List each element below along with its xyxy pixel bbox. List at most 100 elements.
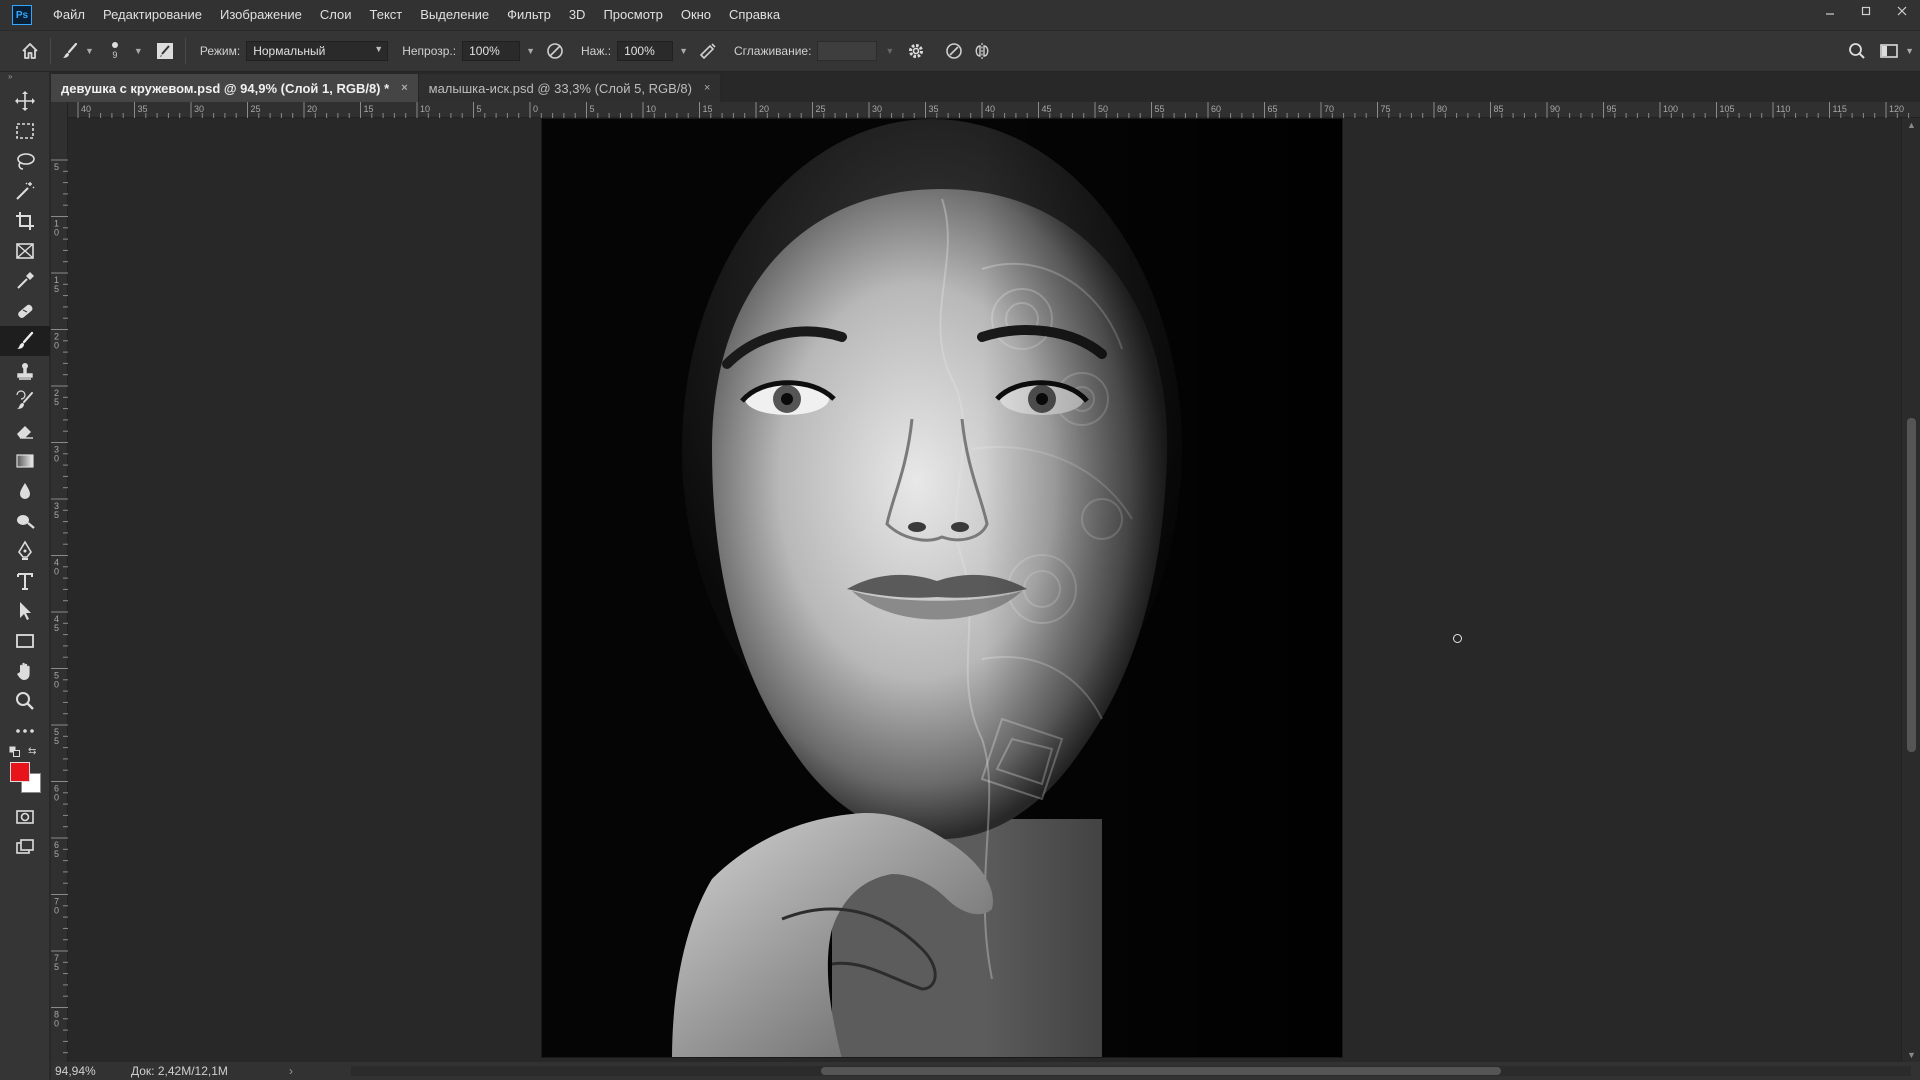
chevron-down-icon: ▼ — [374, 44, 384, 54]
menu-view[interactable]: Просмотр — [594, 0, 671, 30]
home-icon[interactable] — [16, 37, 44, 65]
chevron-down-icon[interactable]: ▼ — [526, 46, 535, 56]
screen-mode-icon[interactable] — [0, 832, 50, 862]
quick-mask-icon[interactable] — [0, 802, 50, 832]
clone-stamp-tool-icon[interactable] — [0, 356, 50, 386]
ruler-label: 0 — [54, 341, 59, 351]
zoom-level[interactable]: 94,94% — [51, 1064, 131, 1078]
brush-tool-icon[interactable] — [0, 326, 50, 356]
chevron-down-icon[interactable]: ▼ — [85, 46, 94, 56]
brush-settings-panel-icon[interactable] — [151, 37, 179, 65]
ruler-label: 0 — [54, 228, 59, 238]
type-tool-icon[interactable] — [0, 566, 50, 596]
brush-preset-icon[interactable] — [57, 37, 85, 65]
status-bar: 94,94% Док: 2,42M/12,1M › — [51, 1062, 1920, 1080]
gear-icon[interactable] — [902, 37, 930, 65]
minimize-icon[interactable] — [1812, 0, 1848, 22]
document-image[interactable] — [541, 118, 1343, 1058]
lasso-tool-icon[interactable] — [0, 146, 50, 176]
close-icon[interactable] — [1884, 0, 1920, 22]
blur-tool-icon[interactable] — [0, 476, 50, 506]
hand-tool-icon[interactable] — [0, 656, 50, 686]
brush-size-picker[interactable]: 9 — [104, 42, 126, 60]
menu-3d[interactable]: 3D — [560, 0, 595, 30]
healing-brush-tool-icon[interactable] — [0, 296, 50, 326]
swap-colors-icon[interactable]: ⇆ — [28, 746, 36, 757]
rectangle-tool-icon[interactable] — [0, 626, 50, 656]
chevron-down-icon[interactable]: ▼ — [885, 46, 894, 56]
window-controls — [1812, 0, 1920, 24]
menu-image[interactable]: Изображение — [211, 0, 311, 30]
menu-file[interactable]: Файл — [44, 0, 94, 30]
menu-select[interactable]: Выделение — [411, 0, 498, 30]
close-icon[interactable]: × — [704, 82, 710, 94]
document-size: Док: 2,42M/12,1M — [131, 1064, 228, 1078]
menu-edit[interactable]: Редактирование — [94, 0, 211, 30]
dodge-tool-icon[interactable] — [0, 506, 50, 536]
mode-label: Режим: — [199, 44, 241, 58]
frame-tool-icon[interactable] — [0, 236, 50, 266]
vertical-ruler[interactable]: 5101520253035404550556065707580 — [51, 102, 68, 1062]
smoothing-input[interactable] — [817, 41, 878, 61]
canvas-area[interactable] — [68, 118, 1901, 1062]
maximize-icon[interactable] — [1848, 0, 1884, 22]
ruler-label: 115 — [1833, 104, 1847, 114]
marquee-tool-icon[interactable] — [0, 116, 50, 146]
gradient-tool-icon[interactable] — [0, 446, 50, 476]
more-tools-icon[interactable] — [0, 716, 50, 746]
horizontal-ruler[interactable]: 40 35 30 25 20 15 10 5 0 5 10 15 20 25 30 35 40 45 50 55 60 6… — [68, 102, 1920, 118]
ruler-label: 0 — [54, 906, 59, 916]
pen-tool-icon[interactable] — [0, 536, 50, 566]
menu-help[interactable]: Справка — [720, 0, 789, 30]
horizontal-scrollbar[interactable] — [351, 1066, 1911, 1076]
history-brush-tool-icon[interactable] — [0, 386, 50, 416]
chevron-down-icon[interactable]: ▼ — [1905, 46, 1914, 56]
airbrush-icon[interactable] — [694, 37, 722, 65]
color-swatches: ⇆ — [0, 746, 49, 802]
chevron-down-icon[interactable]: ▼ — [134, 46, 143, 56]
menu-type[interactable]: Текст — [361, 0, 412, 30]
eyedropper-tool-icon[interactable] — [0, 266, 50, 296]
ruler-label: 15 — [703, 104, 713, 114]
ruler-label: 70 — [1324, 104, 1334, 114]
default-colors-icon[interactable] — [9, 746, 21, 758]
menu-layers[interactable]: Слои — [311, 0, 361, 30]
menu-filter[interactable]: Фильтр — [498, 0, 560, 30]
vertical-scroll-thumb[interactable] — [1907, 418, 1916, 752]
ruler-label: 0 — [54, 680, 59, 690]
path-selection-tool-icon[interactable] — [0, 596, 50, 626]
move-tool-icon[interactable] — [0, 86, 50, 116]
tools-panel: » ⇆ — [0, 72, 50, 1080]
ruler-label: 0 — [54, 567, 59, 577]
zoom-tool-icon[interactable] — [0, 686, 50, 716]
ruler-label: 5 — [54, 510, 59, 520]
search-icon[interactable] — [1843, 37, 1871, 65]
opacity-input[interactable]: 100% — [462, 41, 521, 61]
pressure-opacity-icon[interactable] — [541, 37, 569, 65]
symmetry-icon[interactable] — [968, 37, 996, 65]
ruler-label: 45 — [1042, 104, 1052, 114]
scroll-up-icon[interactable]: ▲ — [1907, 120, 1916, 130]
mode-select[interactable]: Нормальный ▼ — [246, 41, 389, 61]
ruler-label: 25 — [816, 104, 826, 114]
magic-wand-tool-icon[interactable] — [0, 176, 50, 206]
status-menu-icon[interactable]: › — [281, 1064, 301, 1078]
crop-tool-icon[interactable] — [0, 206, 50, 236]
tab-document-2[interactable]: малышка-иск.psd @ 33,3% (Слой 5, RGB/8) … — [418, 74, 722, 102]
close-icon[interactable]: × — [401, 82, 407, 94]
scroll-down-icon[interactable]: ▼ — [1907, 1050, 1916, 1060]
panel-grip-icon[interactable]: » — [0, 72, 49, 86]
flow-input[interactable]: 100% — [617, 41, 674, 61]
tab-label: малышка-иск.psd @ 33,3% (Слой 5, RGB/8) — [428, 80, 692, 96]
ruler-label: 0 — [54, 793, 59, 803]
tab-document-1[interactable]: девушка с кружевом.psd @ 94,9% (Слой 1, … — [51, 74, 419, 102]
chevron-down-icon[interactable]: ▼ — [679, 46, 688, 56]
vertical-scrollbar[interactable]: ▲ ▼ — [1901, 118, 1920, 1062]
menu-window[interactable]: Окно — [672, 0, 720, 30]
horizontal-scroll-thumb[interactable] — [821, 1067, 1501, 1075]
eraser-tool-icon[interactable] — [0, 416, 50, 446]
ruler-label: 0 — [533, 104, 538, 114]
workspace-icon[interactable] — [1875, 37, 1903, 65]
pressure-size-icon[interactable] — [940, 37, 968, 65]
foreground-color-swatch[interactable] — [10, 762, 30, 782]
